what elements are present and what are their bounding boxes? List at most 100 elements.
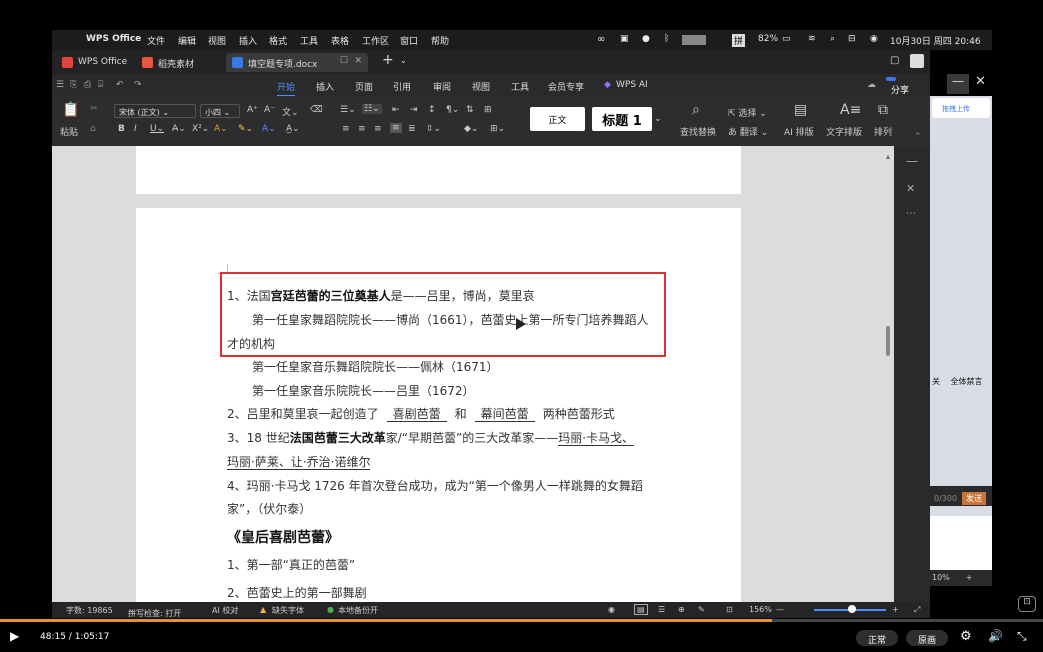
link-icon[interactable]: ∞	[597, 34, 605, 45]
tab-insert[interactable]: 插入	[316, 80, 334, 93]
undo-icon[interactable]: ↶	[116, 80, 124, 90]
zoom-slider-handle[interactable]	[848, 605, 856, 613]
outline-view-icon[interactable]: ☰	[658, 605, 665, 614]
bullets-icon[interactable]: ☰⌄	[340, 105, 356, 115]
cloud-icon[interactable]: ☁	[867, 80, 876, 90]
ai-proofread[interactable]: AI 校对	[212, 605, 238, 616]
tab-tools[interactable]: 工具	[511, 80, 529, 93]
minimize-pane-icon[interactable]: —	[906, 154, 918, 168]
menu-insert[interactable]: 插入	[239, 34, 257, 47]
superscript-icon[interactable]: X²⌄	[192, 124, 209, 134]
share-button[interactable]: 分享	[886, 77, 909, 96]
save-icon[interactable]: ⎘	[70, 80, 77, 90]
spellcheck-toggle[interactable]: 拼写检查: 打开 ⌄	[128, 605, 181, 618]
menu-tools[interactable]: 工具	[300, 34, 318, 47]
font-size-select[interactable]: 小四 ⌄	[200, 104, 240, 118]
menu-file[interactable]: 文件	[147, 34, 165, 47]
tab-view[interactable]: 视图	[472, 80, 490, 93]
upload-drop-zone[interactable]: 拖拽上传	[932, 98, 990, 118]
underline-icon[interactable]: U⌄	[150, 124, 164, 134]
search-icon[interactable]: ⌕	[830, 34, 835, 44]
hamburger-icon[interactable]: ☰	[56, 80, 64, 90]
pinyin-icon[interactable]: 文⌄	[282, 105, 299, 118]
doc-line-9[interactable]: 4、玛丽·卡马戈 1726 年首次登台成功，成为“第一个像男人一样跳舞的女舞蹈	[227, 477, 643, 494]
justify-icon[interactable]: ≡	[390, 123, 402, 133]
style-heading1[interactable]: 标题 1	[592, 107, 652, 131]
find-replace-label[interactable]: 查找替换	[680, 125, 716, 138]
vertical-scrollbar[interactable]	[886, 326, 890, 356]
fit-icon[interactable]: ⊡	[726, 605, 733, 614]
eye-icon[interactable]: ◉	[608, 605, 615, 614]
page-view-icon[interactable]: ▤	[634, 604, 648, 615]
doc-line-4[interactable]: 第一任皇家音乐舞蹈院院长——佩林（1671）	[252, 358, 499, 375]
sort-icon[interactable]: ↕	[428, 105, 436, 115]
doc-line-5[interactable]: 第一任皇家音乐院院长——吕里（1672）	[252, 382, 475, 399]
tab-home[interactable]: 开始	[277, 80, 296, 97]
web-view-icon[interactable]: ⊕	[678, 605, 685, 614]
doc-line-11[interactable]: 1、第一部“真正的芭蕾”	[227, 556, 355, 573]
new-tab-icon[interactable]: +	[382, 52, 394, 68]
grow-font-icon[interactable]: A⁺	[247, 105, 258, 115]
paste-label[interactable]: 粘贴	[60, 125, 78, 138]
doc-line-12[interactable]: 2、芭蕾史上的第一部舞剧	[227, 584, 367, 601]
borders-icon[interactable]: ⊞⌄	[490, 124, 505, 134]
doc-line-8[interactable]: 玛丽·萨莱、让·乔治·诺维尔	[227, 453, 371, 470]
clear-format-icon[interactable]: ⌫	[310, 105, 323, 115]
play-icon[interactable]: ▶	[10, 629, 19, 643]
ribbon-collapse-icon[interactable]: ⌃	[914, 132, 922, 142]
line-spacing-icon[interactable]: ⇅	[466, 105, 474, 115]
input-method-icon[interactable]: 拼	[732, 34, 746, 47]
tab-member[interactable]: 会员专享	[548, 80, 584, 93]
text-effect-icon[interactable]: A⌄	[214, 124, 228, 134]
status-dot-icon[interactable]: ●	[642, 34, 650, 44]
menu-help[interactable]: 帮助	[431, 34, 449, 47]
arrange-icon[interactable]: ⧉	[878, 102, 888, 118]
menu-workspace[interactable]: 工作区	[362, 34, 389, 47]
overlay-zoom-in-icon[interactable]: +	[966, 573, 973, 582]
align-center-icon[interactable]: ≡	[358, 124, 366, 134]
wifi-icon[interactable]: ≋	[808, 34, 816, 44]
styles-expand-icon[interactable]: ⌄	[654, 114, 662, 124]
numbering-icon[interactable]: ☷⌄	[362, 104, 382, 114]
pen-icon[interactable]: ✎	[698, 605, 705, 614]
bluetooth-icon[interactable]: ᛒ	[664, 34, 669, 44]
tab-dropdown-icon[interactable]: ⌄	[400, 56, 407, 65]
control-center-icon[interactable]: ⊟	[848, 34, 856, 44]
translate-button[interactable]: あ 翻译 ⌄	[728, 125, 768, 138]
find-icon[interactable]: ⌕	[692, 102, 700, 118]
format-painter-icon[interactable]: ⌂	[90, 124, 96, 134]
menu-app-name[interactable]: WPS Office	[86, 34, 141, 44]
select-button[interactable]: ⇱ 选择 ⌄	[728, 106, 767, 119]
highlight-icon[interactable]: ✎⌄	[238, 124, 253, 134]
shrink-font-icon[interactable]: A⁻	[264, 105, 275, 115]
screenshot-icon[interactable]: ⊡	[1018, 596, 1036, 612]
speed-button[interactable]: 正常	[856, 630, 898, 646]
doc-line-10[interactable]: 家”，（伏尔泰）	[227, 500, 311, 517]
tab-active-document[interactable]: 填空题专项.docx ☐ ✕	[226, 53, 368, 72]
siri-icon[interactable]: ◉	[870, 34, 878, 44]
menubar-datetime[interactable]: 10月30日 周四 20:46	[890, 34, 981, 47]
arrange-label[interactable]: 排列	[874, 125, 892, 138]
redo-icon[interactable]: ↷	[134, 80, 142, 90]
paragraph-spacing-icon[interactable]: ⇳⌄	[426, 124, 441, 134]
tab-docer[interactable]: 稻壳素材	[136, 53, 224, 72]
style-normal[interactable]: 正文	[530, 107, 585, 131]
menu-window[interactable]: 窗口	[400, 34, 418, 47]
menu-edit[interactable]: 编辑	[178, 34, 196, 47]
quality-button[interactable]: 原画	[906, 630, 948, 646]
text-layout-label[interactable]: 文字排版	[826, 125, 862, 138]
settings-icon[interactable]: ⚙	[960, 629, 972, 644]
show-marks-icon[interactable]: ¶⌄	[446, 105, 459, 115]
doc-heading[interactable]: 《皇后喜剧芭蕾》	[227, 527, 339, 547]
ai-layout-label[interactable]: AI 排版	[784, 125, 814, 138]
minimize-button[interactable]: —	[947, 74, 969, 94]
mute-label[interactable]: 关	[932, 377, 940, 386]
battery-icon[interactable]: ▭	[782, 34, 791, 44]
print-icon[interactable]: ⎙	[84, 80, 91, 90]
font-name-select[interactable]: 宋体 (正文) ⌄	[114, 104, 196, 118]
window-icon[interactable]: ▢	[890, 55, 899, 66]
print-preview-icon[interactable]: ⌸	[98, 80, 103, 90]
tab-wps-office[interactable]: WPS Office	[56, 53, 134, 72]
table-border-icon[interactable]: ⊞	[484, 105, 492, 115]
more-icon[interactable]: ⋯	[906, 208, 916, 219]
